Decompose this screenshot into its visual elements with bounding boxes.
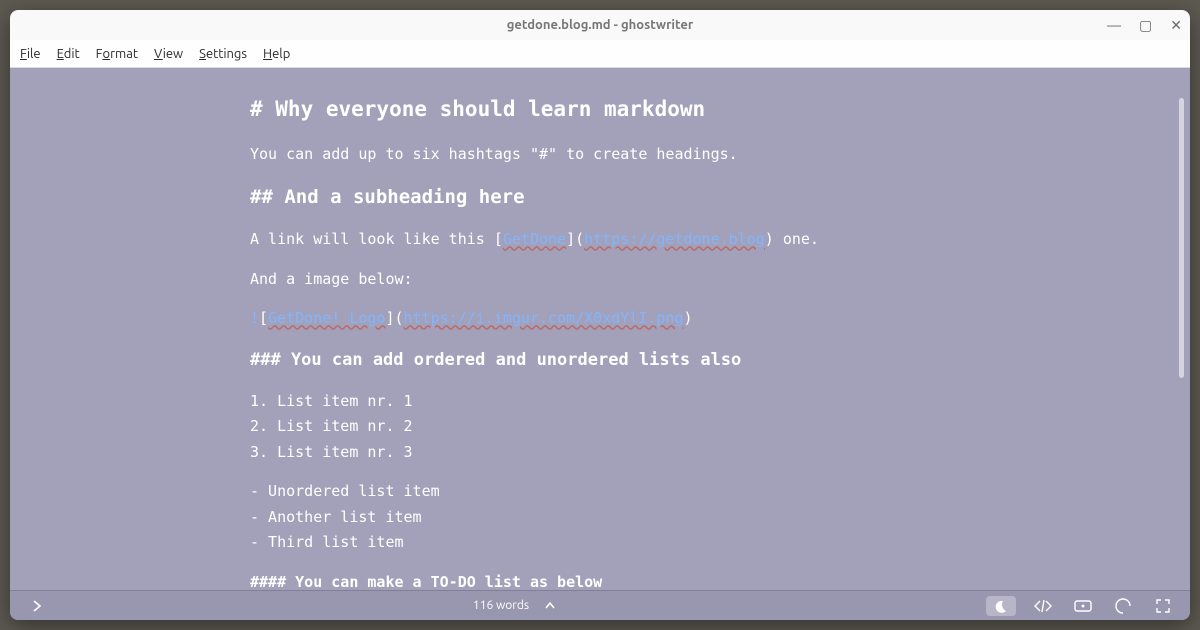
heading-2: ## And a subheading here xyxy=(250,181,1190,213)
statusbar: 116 words xyxy=(10,590,1190,620)
link-text: GetDone xyxy=(503,230,566,248)
heading-4: #### You can make a TO-DO list as below xyxy=(250,570,1190,590)
app-window: getdone.blog.md - ghostwriter — ▢ ✕ File… xyxy=(10,10,1190,620)
menu-format[interactable]: Format xyxy=(96,47,138,61)
menu-help[interactable]: Help xyxy=(263,47,290,61)
unordered-list-item: - Unordered list item xyxy=(250,479,1190,505)
chevron-right-icon[interactable] xyxy=(24,596,50,616)
minimize-icon[interactable]: — xyxy=(1107,17,1121,33)
ordered-list-item: 1. List item nr. 1 xyxy=(250,389,1190,415)
chevron-up-icon[interactable] xyxy=(537,596,563,616)
focus-mode-icon[interactable] xyxy=(1110,596,1136,616)
unordered-list-item: - Third list item xyxy=(250,530,1190,556)
link-url: https://getdone.blog xyxy=(584,230,765,248)
fullscreen-icon[interactable] xyxy=(1150,596,1176,616)
window-controls: — ▢ ✕ xyxy=(1107,10,1182,40)
menu-view[interactable]: View xyxy=(154,47,183,61)
image-markdown: ![GetDone! Logo](https://i.imgur.com/X0x… xyxy=(250,306,1190,332)
menubar: File Edit Format View Settings Help xyxy=(10,40,1190,68)
maximize-icon[interactable]: ▢ xyxy=(1139,17,1152,34)
menu-edit[interactable]: Edit xyxy=(57,47,80,61)
scrollbar-vertical[interactable] xyxy=(1179,98,1184,378)
paragraph-link: A link will look like this [GetDone](htt… xyxy=(250,227,1190,253)
unordered-list-item: - Another list item xyxy=(250,505,1190,531)
editor-area[interactable]: # Why everyone should learn markdown You… xyxy=(10,68,1190,590)
close-icon[interactable]: ✕ xyxy=(1170,17,1182,34)
dark-mode-icon[interactable] xyxy=(986,596,1016,616)
ordered-list-item: 2. List item nr. 2 xyxy=(250,414,1190,440)
paragraph: You can add up to six hashtags "#" to cr… xyxy=(250,142,1190,168)
word-count: 116 words xyxy=(473,599,529,612)
html-preview-icon[interactable] xyxy=(1030,596,1056,616)
heading-1: # Why everyone should learn markdown xyxy=(250,92,1190,128)
heading-3: ### You can add ordered and unordered li… xyxy=(250,346,1190,375)
ordered-list-item: 3. List item nr. 3 xyxy=(250,440,1190,466)
hemingway-icon[interactable] xyxy=(1070,596,1096,616)
menu-settings[interactable]: Settings xyxy=(199,47,247,61)
titlebar: getdone.blog.md - ghostwriter — ▢ ✕ xyxy=(10,10,1190,40)
editor-content[interactable]: # Why everyone should learn markdown You… xyxy=(10,68,1190,590)
window-title: getdone.blog.md - ghostwriter xyxy=(507,18,694,32)
menu-file[interactable]: File xyxy=(20,47,41,61)
paragraph: And a image below: xyxy=(250,267,1190,293)
